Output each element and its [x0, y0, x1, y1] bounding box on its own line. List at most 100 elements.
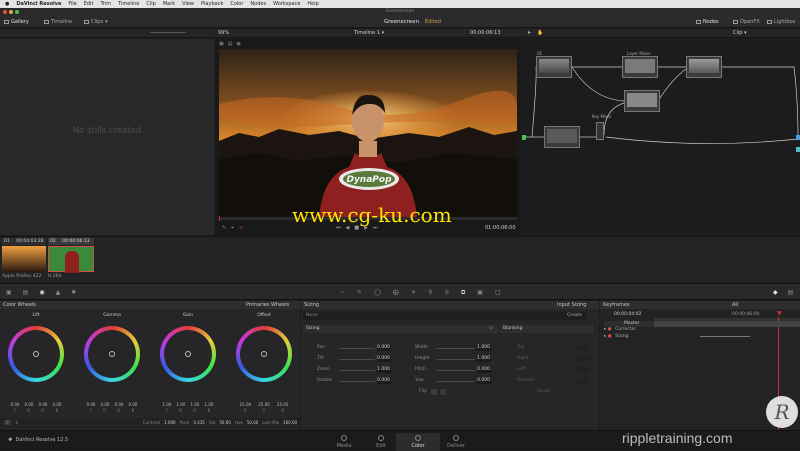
- pitch-value[interactable]: 0.000: [477, 367, 491, 373]
- page-1-button[interactable]: 1: [4, 420, 11, 425]
- offset-wheel[interactable]: [236, 326, 292, 382]
- apple-icon[interactable]: ●: [5, 1, 9, 7]
- menu-edit[interactable]: Edit: [84, 1, 94, 7]
- node-03[interactable]: [686, 56, 722, 78]
- zoom-slider[interactable]: [339, 370, 375, 371]
- reset-icon[interactable]: ↺: [489, 325, 493, 333]
- timeline-selector[interactable]: Timeline 1 ▾: [354, 30, 384, 36]
- gallery-zoom-slider[interactable]: [150, 32, 186, 33]
- node-01[interactable]: 01: [536, 51, 572, 78]
- viewer-image[interactable]: DynaPop: [219, 49, 517, 217]
- rotate-slider[interactable]: [339, 381, 375, 382]
- node-02[interactable]: Layer Mixer: [622, 51, 658, 78]
- menu-clip[interactable]: Clip: [146, 1, 155, 7]
- gain-b[interactable]: 1.00: [205, 402, 214, 407]
- qualifier-icon[interactable]: ✎: [357, 289, 362, 297]
- page-2-button[interactable]: 2: [14, 420, 21, 425]
- viewer-playhead[interactable]: [219, 216, 220, 221]
- lift-y[interactable]: 0.00: [11, 402, 20, 407]
- flip-vertical-button[interactable]: [440, 389, 446, 395]
- offset-r[interactable]: 25.00: [240, 402, 251, 407]
- gamma-g[interactable]: 0.00: [115, 402, 124, 407]
- sizing-mode-selector[interactable]: Input Sizing: [557, 301, 586, 309]
- blur-icon[interactable]: ☀: [411, 289, 416, 297]
- gain-puck[interactable]: [185, 351, 191, 357]
- menu-help[interactable]: Help: [307, 1, 318, 7]
- wipe-icon[interactable]: ▣: [219, 41, 224, 47]
- sizing-icon[interactable]: ⧉: [461, 289, 465, 297]
- node-output-rgb[interactable]: [796, 135, 800, 140]
- lummix-value[interactable]: 100.00: [283, 420, 297, 425]
- yaw-slider[interactable]: [437, 381, 475, 382]
- lift-r[interactable]: 0.00: [25, 402, 34, 407]
- pitch-slider[interactable]: [437, 370, 475, 371]
- scopes-icon[interactable]: ▤: [788, 289, 794, 296]
- expand-icon[interactable]: ▸: [604, 327, 606, 332]
- node-mode-selector[interactable]: Clip ▾: [733, 30, 747, 36]
- gamma-puck[interactable]: [109, 351, 115, 357]
- lightbox-toggle[interactable]: Lightbox: [767, 18, 796, 25]
- minimize-window-button[interactable]: [9, 9, 13, 14]
- lift-b[interactable]: 0.00: [53, 402, 62, 407]
- menu-trim[interactable]: Trim: [100, 1, 111, 7]
- color-match-icon[interactable]: ▤: [23, 289, 29, 296]
- gain-y[interactable]: 1.00: [163, 402, 172, 407]
- height-value[interactable]: 1.000: [477, 356, 491, 362]
- pivot-value[interactable]: 0.435: [193, 420, 204, 425]
- node-source-input[interactable]: [522, 135, 526, 140]
- expand-icon[interactable]: ▸: [604, 334, 606, 339]
- viewer-zoom[interactable]: 99%: [218, 30, 229, 36]
- gallery-toggle[interactable]: Gallery: [4, 18, 29, 25]
- menu-mark[interactable]: Mark: [163, 1, 175, 7]
- 3d-icon[interactable]: ▣: [477, 289, 483, 297]
- sat-value[interactable]: 50.00: [219, 420, 230, 425]
- app-menu[interactable]: DaVinci Resolve: [16, 1, 61, 7]
- offset-b[interactable]: 25.00: [277, 402, 288, 407]
- wheels-mode-selector[interactable]: Primaries Wheels: [246, 301, 289, 309]
- menu-workspace[interactable]: Workspace: [273, 1, 300, 7]
- pen-tool-icon[interactable]: ✎: [222, 225, 226, 231]
- node-05[interactable]: [624, 90, 660, 112]
- menu-nodes[interactable]: Nodes: [250, 1, 266, 7]
- menu-file[interactable]: File: [68, 1, 76, 7]
- node-output-alpha[interactable]: [796, 147, 800, 152]
- height-slider[interactable]: [437, 359, 475, 360]
- lift-wheel[interactable]: [8, 326, 64, 382]
- gamma-wheel[interactable]: [84, 326, 140, 382]
- clip-thumbnail-02[interactable]: [48, 246, 94, 273]
- blanking-reset-button[interactable]: Reset: [537, 389, 550, 395]
- tracker-icon[interactable]: ⨁: [393, 289, 399, 297]
- track-corrector[interactable]: ▸ ● Corrector: [604, 327, 800, 333]
- track-sizing[interactable]: ▸ ● Sizing: [604, 334, 800, 340]
- blanking-bottom-value[interactable]: [575, 378, 589, 384]
- lift-puck[interactable]: [33, 351, 39, 357]
- magnify-icon[interactable]: ⚲: [445, 289, 449, 297]
- gain-r[interactable]: 1.00: [177, 402, 186, 407]
- zoom-window-button[interactable]: [15, 9, 19, 14]
- key-mixer-node[interactable]: [596, 122, 604, 140]
- contrast-value[interactable]: 1.000: [164, 420, 175, 425]
- blanking-left-value[interactable]: [575, 367, 589, 373]
- node-editor[interactable]: 01 Layer Mixer Key Mixer: [522, 39, 800, 235]
- curves-icon[interactable]: ∽: [340, 289, 345, 297]
- offset-puck[interactable]: [261, 351, 267, 357]
- extra-icon[interactable]: □: [495, 289, 501, 297]
- window-icon[interactable]: ◯: [374, 289, 381, 297]
- menu-color[interactable]: Color: [230, 1, 243, 7]
- tilt-slider[interactable]: [339, 359, 375, 360]
- timeline-toggle[interactable]: Timeline: [44, 18, 72, 25]
- camera-raw-icon[interactable]: ▣: [6, 289, 12, 296]
- keyframes-playhead[interactable]: ▼: [777, 310, 782, 317]
- menu-timeline[interactable]: Timeline: [118, 1, 139, 7]
- gamma-b[interactable]: 0.00: [129, 402, 138, 407]
- offset-g[interactable]: 25.00: [258, 402, 269, 407]
- gain-wheel[interactable]: [160, 326, 216, 382]
- gamma-y[interactable]: 0.00: [87, 402, 96, 407]
- tilt-value[interactable]: 0.000: [377, 356, 391, 362]
- clip-thumbnail-01[interactable]: [2, 246, 46, 272]
- menu-view[interactable]: View: [182, 1, 194, 7]
- lift-g[interactable]: 0.00: [39, 402, 48, 407]
- node-04[interactable]: [544, 126, 580, 148]
- close-window-button[interactable]: [3, 9, 7, 14]
- page-deliver[interactable]: Deliver: [434, 433, 478, 451]
